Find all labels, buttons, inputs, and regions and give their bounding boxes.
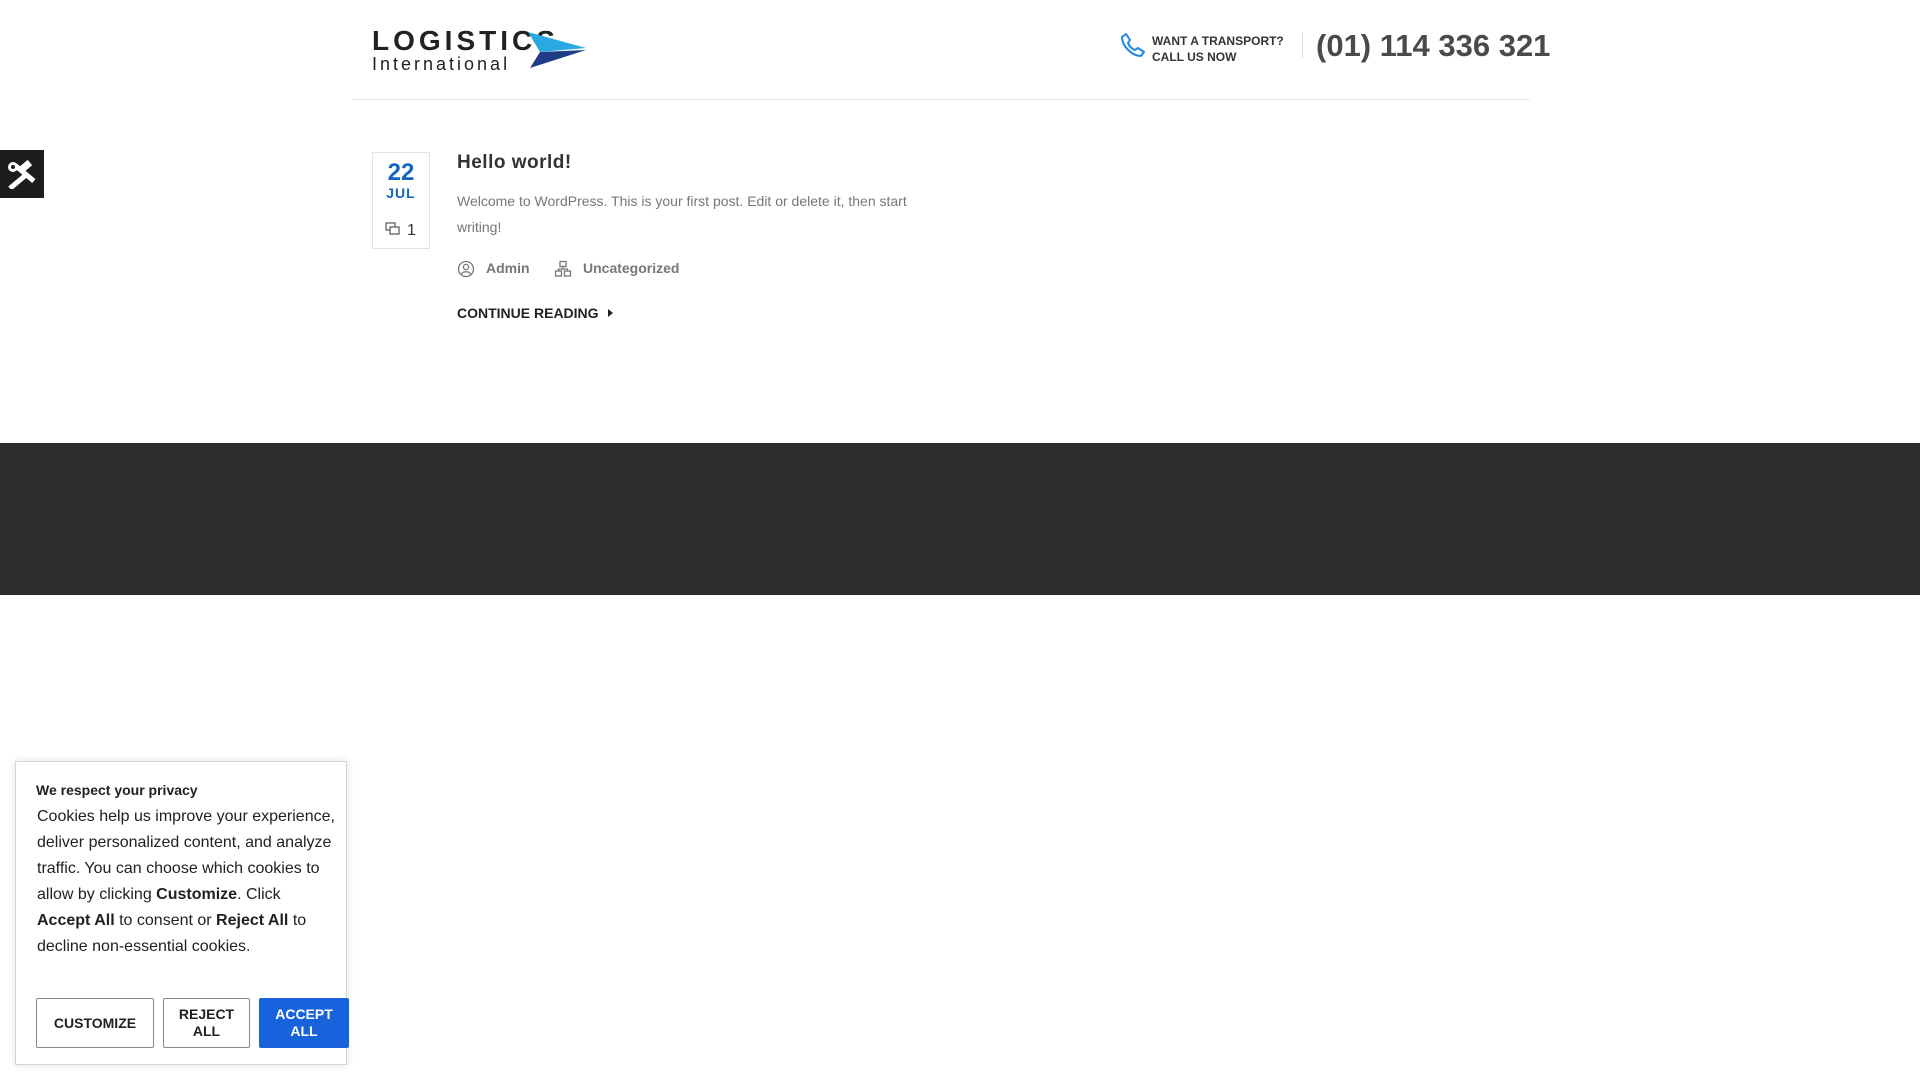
site-logo[interactable]: LOGISTICS International	[372, 26, 586, 76]
reject-all-label-line1: REJECT	[178, 1006, 235, 1022]
comments-count[interactable]: 1	[407, 221, 416, 241]
cookie-consent-banner: We respect your privacy Cookies help us …	[15, 761, 349, 1065]
post-category-name: Uncategorized	[583, 260, 680, 276]
side-tools-button[interactable]	[0, 150, 44, 198]
cookie-title: We respect your privacy	[36, 782, 198, 798]
cookie-text-part: to consent or	[114, 912, 217, 929]
comments-icon	[385, 222, 400, 235]
cookie-text: Cookies help us improve your experience,…	[37, 804, 337, 960]
reject-all-label-line2: ALL	[192, 1023, 221, 1039]
post-title[interactable]: Hello world!	[457, 151, 572, 175]
post-author-name: Admin	[486, 260, 530, 276]
cookie-text-part: . Click	[237, 886, 281, 903]
contact-label-line2: CALL US NOW	[1152, 50, 1237, 64]
post-date-month: JUL	[386, 185, 416, 201]
user-icon	[457, 260, 475, 278]
accept-all-label-line2: ALL	[290, 1023, 318, 1039]
continue-reading-label: CONTINUE READING	[457, 305, 599, 321]
contact-divider	[1302, 32, 1303, 58]
logo-mark-icon	[528, 32, 586, 68]
phone-icon	[1121, 33, 1145, 57]
cookie-text-accept: Accept All	[37, 912, 115, 929]
customize-button[interactable]: CUSTOMIZE	[36, 998, 154, 1048]
footer-band	[0, 443, 1920, 595]
post-date-day: 22	[387, 159, 415, 186]
continue-reading-link[interactable]: CONTINUE READING	[457, 305, 613, 321]
accept-all-button[interactable]: ACCEPT ALL	[259, 998, 349, 1048]
contact-phone-number[interactable]: (01) 114 336 321	[1316, 28, 1550, 64]
contact-label: WANT A TRANSPORT? CALL US NOW	[1152, 33, 1302, 65]
cookie-text-reject: Reject All	[216, 912, 289, 929]
accept-all-label-line1: ACCEPT	[275, 1006, 333, 1022]
site-header: LOGISTICS International WANT A TRANSPORT…	[352, 0, 1550, 100]
tools-icon	[8, 159, 36, 189]
reject-all-button[interactable]: REJECT ALL	[163, 998, 250, 1048]
post-date-box: 22 JUL 1	[372, 152, 430, 249]
cookie-text-customize: Customize	[156, 886, 238, 903]
contact-label-line1: WANT A TRANSPORT?	[1152, 34, 1284, 48]
arrow-right-icon	[607, 309, 613, 318]
post-excerpt: Welcome to WordPress. This is your first…	[457, 193, 907, 235]
logo-text-sub: International	[372, 54, 511, 74]
category-icon	[554, 260, 572, 277]
